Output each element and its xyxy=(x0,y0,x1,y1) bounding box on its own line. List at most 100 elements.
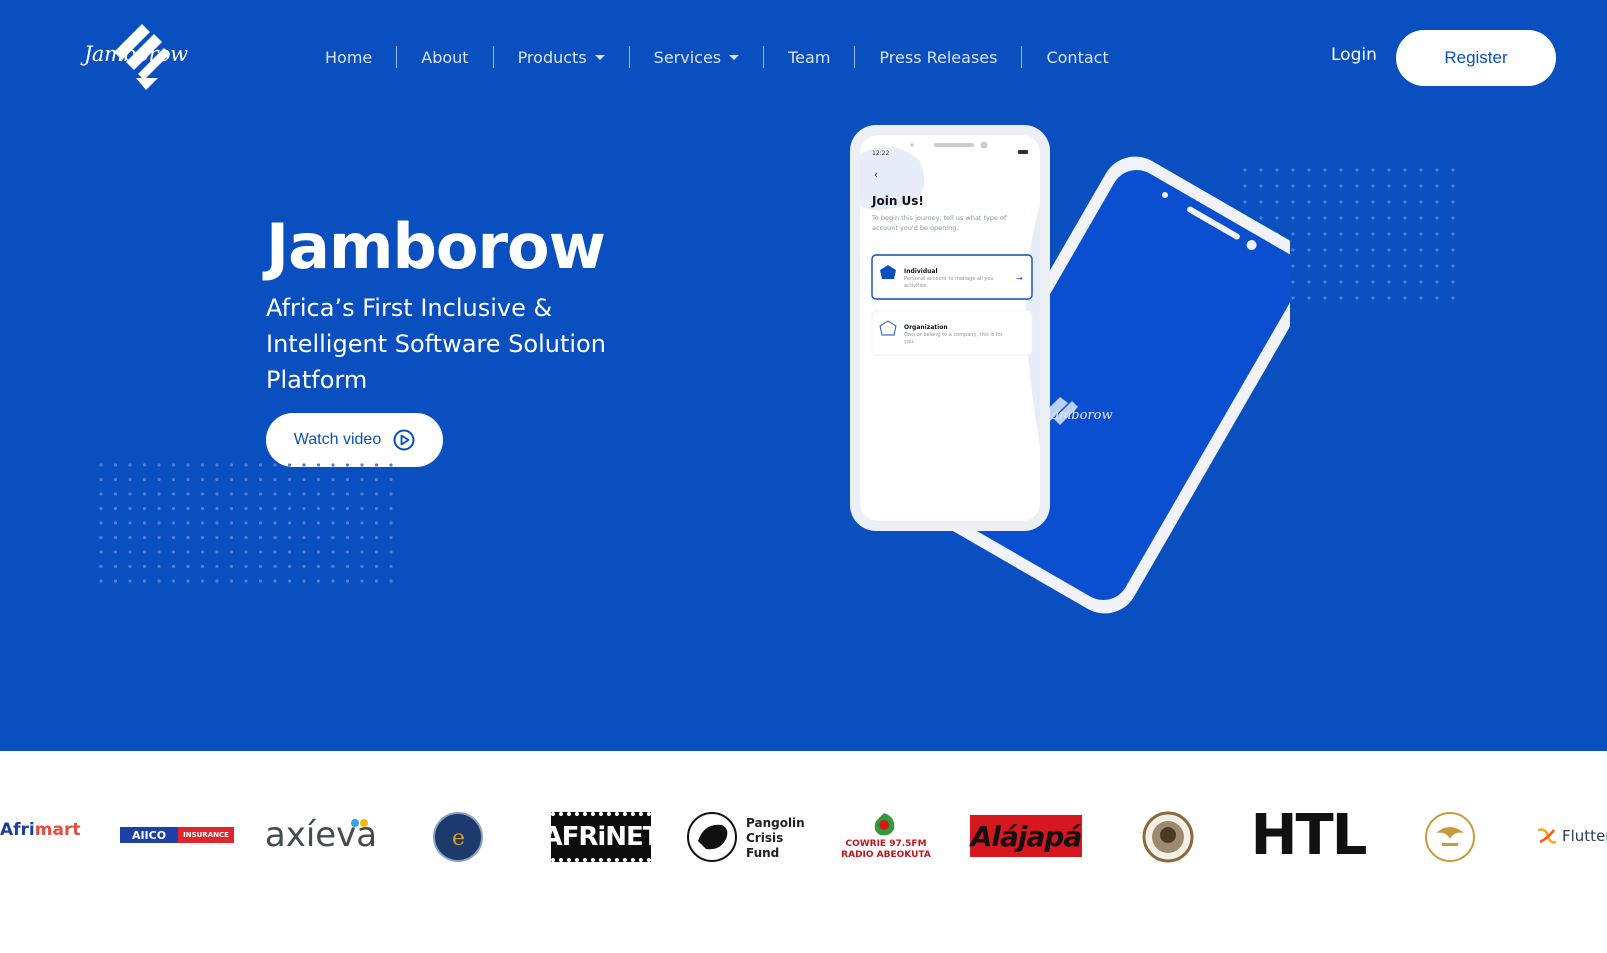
decorative-dot xyxy=(171,506,176,511)
decorative-dot xyxy=(186,564,190,569)
decorative-dot xyxy=(1435,296,1439,300)
decorative-dot xyxy=(1323,184,1327,188)
decorative-dot xyxy=(1403,168,1407,172)
decorative-dot xyxy=(287,477,292,482)
decorative-dot xyxy=(1387,280,1391,284)
decorative-dot xyxy=(287,492,292,496)
decorative-dot xyxy=(1355,232,1359,236)
decorative-dot xyxy=(1403,296,1407,300)
decorative-dot xyxy=(1307,296,1311,300)
decorative-dot xyxy=(287,463,292,467)
decorative-dot xyxy=(1291,248,1295,252)
decorative-dot xyxy=(273,564,277,569)
decorative-dot xyxy=(186,550,190,554)
register-button[interactable]: Register xyxy=(1396,30,1556,86)
login-link[interactable]: Login xyxy=(1331,45,1377,65)
nav-press-releases[interactable]: Press Releases xyxy=(854,46,1021,68)
decorative-dot xyxy=(1419,280,1423,284)
decorative-dot xyxy=(186,463,190,467)
nav-services[interactable]: Services xyxy=(628,46,763,68)
decorative-dot xyxy=(1339,264,1343,268)
decorative-dot xyxy=(1403,184,1407,188)
decorative-dot xyxy=(302,550,306,554)
decorative-dot xyxy=(1387,168,1391,172)
decorative-dot xyxy=(1323,200,1327,204)
decorative-dot xyxy=(1403,216,1407,220)
nav-team[interactable]: Team xyxy=(763,46,854,68)
decorative-dot xyxy=(345,521,350,525)
decorative-dot xyxy=(142,535,147,540)
decorative-dot xyxy=(128,463,132,467)
decorative-dot xyxy=(200,550,205,554)
decorative-dot xyxy=(331,535,335,540)
decorative-dot xyxy=(1291,216,1295,220)
decorative-dot xyxy=(1323,280,1327,284)
decorative-dot xyxy=(360,564,364,569)
decorative-dot xyxy=(128,564,132,569)
decorative-dot xyxy=(142,579,147,583)
decorative-dot xyxy=(142,550,147,554)
nav-home[interactable]: Home xyxy=(301,46,396,68)
nav-products[interactable]: Products xyxy=(492,46,629,68)
decorative-dot xyxy=(99,492,103,496)
decorative-dot xyxy=(1307,264,1311,268)
phone-heading: Join Us! xyxy=(871,194,924,208)
decorative-dot xyxy=(389,463,393,467)
decorative-dot xyxy=(345,463,350,467)
afrimart-text-b: mart xyxy=(34,820,81,840)
decorative-dot xyxy=(258,535,263,540)
decorative-dot xyxy=(1323,216,1327,220)
decorative-dot xyxy=(374,492,379,496)
decorative-dot xyxy=(215,521,219,525)
decorative-dot xyxy=(128,477,132,482)
decorative-dot xyxy=(244,506,248,511)
decorative-dot xyxy=(1435,248,1439,252)
decorative-dot xyxy=(1435,232,1439,236)
decorative-dot xyxy=(258,463,263,467)
decorative-dot xyxy=(186,535,190,540)
decorative-dot xyxy=(331,579,335,583)
decorative-dot xyxy=(1403,200,1407,204)
decorative-dot xyxy=(389,477,393,482)
decorative-dot xyxy=(1451,296,1455,300)
decorative-dot xyxy=(1355,184,1359,188)
decorative-dot xyxy=(142,564,147,569)
decorative-dot xyxy=(331,506,335,511)
back-phone-logo-text: Jamborow xyxy=(1043,408,1113,423)
decorative-dot xyxy=(345,579,350,583)
decorative-dot xyxy=(302,579,306,583)
decorative-dot xyxy=(128,579,132,583)
decorative-dot xyxy=(186,521,190,525)
decorative-dot xyxy=(389,521,393,525)
decorative-dot xyxy=(229,535,234,540)
decorative-dot xyxy=(113,550,118,554)
partner-pangolin-text: Pangolin Crisis Fund xyxy=(746,816,805,861)
decorative-dot xyxy=(1307,232,1311,236)
afrimart-text-a: Afri xyxy=(0,820,35,840)
alajapa-text: Alájapá xyxy=(970,819,1083,853)
decorative-dot xyxy=(157,550,161,554)
decorative-dot xyxy=(302,492,306,496)
decorative-dot xyxy=(244,477,248,482)
decorative-dot xyxy=(345,564,350,569)
decorative-dot xyxy=(360,521,364,525)
nav-contact[interactable]: Contact xyxy=(1021,46,1132,68)
decorative-dot xyxy=(1451,264,1455,268)
decorative-dot xyxy=(200,579,205,583)
decorative-dot xyxy=(1419,232,1423,236)
decorative-dot xyxy=(171,564,176,569)
decorative-dot xyxy=(273,579,277,583)
decorative-dot xyxy=(331,463,335,467)
jamborow-logo[interactable]: Jamborow xyxy=(84,20,194,92)
partner-alajapa-logo: Alájapá xyxy=(970,815,1082,857)
decorative-dot xyxy=(99,535,103,540)
decorative-dot xyxy=(316,477,321,482)
decorative-dot xyxy=(113,477,118,482)
decorative-dot xyxy=(258,564,263,569)
decorative-dot xyxy=(1435,264,1439,268)
nav-about[interactable]: About xyxy=(396,46,492,68)
decorative-dot xyxy=(1371,296,1375,300)
watch-video-button[interactable]: Watch video xyxy=(266,413,443,467)
back-arrow-icon: ‹ xyxy=(874,170,878,181)
decorative-dot xyxy=(142,492,147,496)
